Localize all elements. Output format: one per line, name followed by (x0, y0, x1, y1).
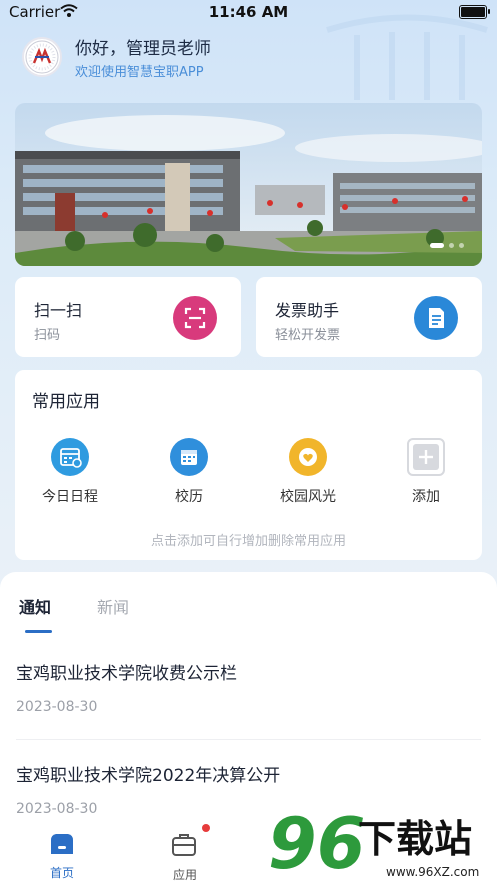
nav-label: 首页 (49, 866, 74, 880)
app-label: 校园风光 (280, 489, 336, 505)
welcome-text: 欢迎使用智慧宝职APP (75, 65, 204, 80)
app-calendar[interactable]: 校历 (144, 438, 234, 506)
status-bar: Carrier 11:46 AM (0, 0, 497, 26)
nav-home[interactable]: 首页 (32, 832, 92, 881)
pager-dot (430, 243, 444, 248)
tab-news[interactable]: 新闻 (97, 594, 129, 618)
svg-text:96: 96 (268, 803, 365, 883)
active-tab-indicator (25, 630, 52, 633)
app-add[interactable]: 添加 (381, 438, 471, 506)
pager-dot (449, 243, 454, 248)
app-schedule[interactable]: 今日日程 (25, 438, 115, 506)
battery-icon (459, 5, 490, 19)
scan-icon (173, 296, 217, 340)
notice-title[interactable]: 宝鸡职业技术学院2022年决算公开 (16, 761, 280, 786)
svg-text:下载站: 下载站 (358, 817, 472, 861)
home-icon (51, 834, 73, 854)
heart-icon (289, 438, 327, 476)
campus-banner[interactable] (15, 103, 482, 266)
common-apps-title: 常用应用 (32, 392, 100, 412)
schedule-icon (51, 438, 89, 476)
greeting-text: 你好，管理员老师 (75, 39, 211, 59)
divider (16, 739, 481, 740)
nav-apps[interactable]: 应用 (155, 824, 215, 883)
common-apps-panel: 常用应用 今日日程 校历 校园风光 添加 点击添加可自行增加删除常用应用 (15, 370, 482, 560)
app-label: 添加 (412, 489, 440, 505)
notice-title[interactable]: 宝鸡职业技术学院收费公示栏 (16, 659, 237, 684)
clock: 11:46 AM (208, 3, 289, 21)
scan-card-subtitle: 扫码 (34, 328, 61, 343)
apps-icon (172, 834, 196, 856)
invoice-icon (414, 296, 458, 340)
notice-date: 2023-08-30 (16, 801, 98, 817)
nav-label: 应用 (172, 868, 197, 882)
scan-card-title: 扫一扫 (34, 301, 83, 320)
notification-badge (202, 824, 210, 832)
watermark-logo: 96 下载站 www.96XZ.com (268, 803, 479, 883)
app-label: 校历 (175, 489, 203, 505)
invoice-card[interactable]: 发票助手 轻松开发票 (256, 277, 482, 357)
scan-card[interactable]: 扫一扫 扫码 (15, 277, 241, 357)
school-logo (22, 37, 62, 77)
svg-text:www.96XZ.com: www.96XZ.com (386, 865, 479, 879)
notice-date: 2023-08-30 (16, 699, 98, 715)
banner-pager (430, 243, 464, 248)
campus-photo (15, 103, 482, 266)
app-campus-scenery[interactable]: 校园风光 (263, 438, 353, 506)
add-icon (407, 438, 445, 476)
calendar-icon (170, 438, 208, 476)
invoice-card-title: 发票助手 (275, 301, 340, 320)
tab-notices[interactable]: 通知 (19, 594, 51, 618)
common-apps-hint: 点击添加可自行增加删除常用应用 (150, 534, 346, 549)
app-label: 今日日程 (42, 489, 98, 505)
invoice-card-subtitle: 轻松开发票 (275, 328, 341, 343)
pager-dot (459, 243, 464, 248)
